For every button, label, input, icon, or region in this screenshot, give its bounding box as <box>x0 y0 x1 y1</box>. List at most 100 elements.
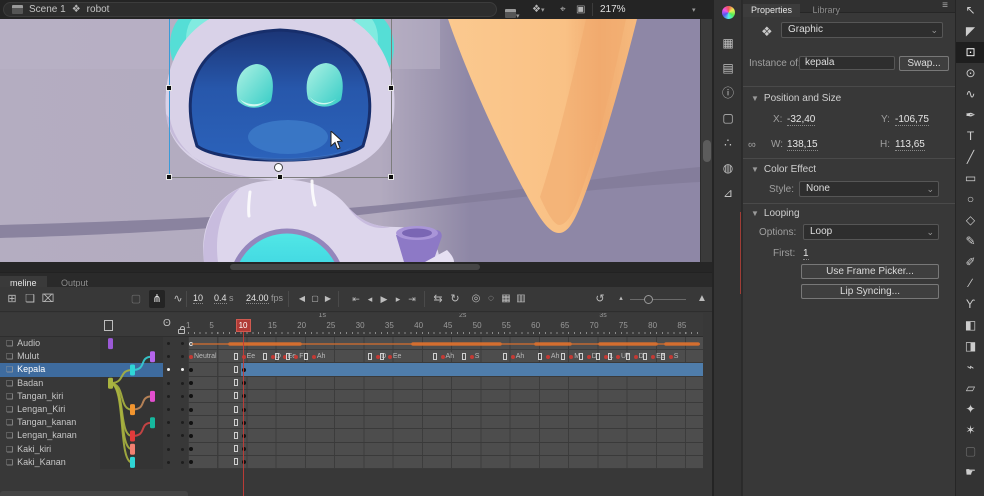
eye-column-icon[interactable]: ʘ <box>163 318 171 329</box>
line-tool[interactable]: ╱ <box>956 147 984 168</box>
layer-visibility-dot[interactable] <box>167 448 170 451</box>
tab-library[interactable]: Library <box>804 4 848 17</box>
layer-visibility-dot[interactable] <box>167 434 170 437</box>
selected-frame-span[interactable] <box>241 363 703 375</box>
use-frame-picker-button[interactable]: Use Frame Picker... <box>801 264 939 279</box>
pin-tool[interactable]: ✶ <box>956 420 984 441</box>
gradient-transform-tool[interactable]: ⊙ <box>956 63 984 84</box>
keyframe-dot[interactable] <box>189 368 193 372</box>
viseme-keyframe-dot[interactable] <box>546 355 550 359</box>
show-parenting-icon[interactable]: ⋔ <box>149 290 165 308</box>
transform-panel-icon[interactable]: ▢ <box>714 106 742 131</box>
layer-lock-dot[interactable] <box>181 342 184 345</box>
symbol-type-dropdown[interactable]: Graphic⌄ <box>781 22 943 38</box>
keyframe-dot[interactable] <box>189 408 193 412</box>
viseme-keyframe-dot[interactable] <box>294 355 298 359</box>
reset-timeline-zoom-icon[interactable]: ↺ <box>592 290 608 308</box>
keyframe-dot[interactable] <box>189 421 193 425</box>
motion-presets-panel-icon[interactable]: ⊿ <box>714 181 742 206</box>
zoom-out-timeline-icon[interactable]: ▴ <box>613 290 629 308</box>
layer-lock-dot[interactable] <box>181 434 184 437</box>
layer-name-audio[interactable]: ❏Audio <box>0 337 100 350</box>
viseme-keyframe-dot[interactable] <box>569 355 573 359</box>
current-frame-value[interactable]: 10 <box>193 293 203 303</box>
breadcrumb-scene[interactable]: Scene 1 <box>29 2 66 17</box>
keyframe-dot[interactable] <box>189 394 193 398</box>
rectangle-tool[interactable]: ▭ <box>956 168 984 189</box>
fluid-brush-tool[interactable]: ∕ <box>956 273 984 294</box>
layer-frames-lengan_kanan[interactable] <box>188 429 703 442</box>
layer-visibility-dot[interactable] <box>167 461 170 464</box>
viseme-keyframe-dot[interactable] <box>511 355 515 359</box>
layer-frames-audio[interactable] <box>188 337 703 350</box>
cc-libraries-panel-icon[interactable]: ◍ <box>714 156 742 181</box>
swap-button[interactable]: Swap... <box>899 56 949 71</box>
section-looping[interactable]: ▼Looping <box>751 208 800 219</box>
layer-visibility-dot[interactable] <box>167 368 170 371</box>
layer-visibility-dot[interactable] <box>167 421 170 424</box>
ink-bottle-tool[interactable]: ◨ <box>956 336 984 357</box>
timeline-ruler[interactable]: 1s2s3s15152025303540455055606570758085 <box>188 313 703 337</box>
go-last-frame-icon[interactable]: ⇥ <box>404 290 420 308</box>
center-frame-icon[interactable]: ⇆ <box>430 290 446 308</box>
transform-point[interactable] <box>274 163 283 172</box>
zoom-level[interactable]: 217% <box>600 2 626 17</box>
h-value[interactable]: 113,65 <box>895 139 925 151</box>
w-value[interactable]: 138,15 <box>787 139 818 151</box>
layer-lock-dot[interactable] <box>181 421 184 424</box>
asset-warp-tool[interactable]: ✦ <box>956 399 984 420</box>
playhead[interactable]: 10 <box>236 319 251 332</box>
style-dropdown[interactable]: None⌄ <box>799 181 939 197</box>
layer-visibility-dot[interactable] <box>167 395 170 398</box>
panel-menu-icon[interactable]: ≡ <box>942 0 948 11</box>
delete-layer-icon[interactable]: ⌧ <box>40 290 56 308</box>
loop-options-dropdown[interactable]: Loop⌄ <box>803 224 939 240</box>
onion-skin-icon[interactable]: ◎ <box>468 290 484 308</box>
layer-lock-dot[interactable] <box>181 395 184 398</box>
layer-visibility-dot[interactable] <box>167 408 170 411</box>
edit-symbols-icon[interactable]: ❖▾ <box>532 0 544 20</box>
new-folder-icon[interactable]: ❏ <box>22 290 38 308</box>
first-value[interactable]: 1 <box>803 248 809 260</box>
viseme-keyframe-dot[interactable] <box>587 355 591 359</box>
link-dimensions-icon[interactable]: ∞ <box>748 139 756 151</box>
layer-name-kaki_kanan[interactable]: ❏Kaki_Kanan <box>0 456 100 469</box>
layer-lock-dot[interactable] <box>181 355 184 358</box>
edit-multiple-frames-icon[interactable]: ▦ <box>498 290 514 308</box>
zoom-chevron-icon[interactable]: ▾ <box>692 6 696 14</box>
layer-name-lengan_kanan[interactable]: ❏Lengan_kanan <box>0 429 100 442</box>
pen-tool[interactable]: ✒ <box>956 105 984 126</box>
h-scroll-thumb[interactable] <box>230 264 480 270</box>
lasso-tool[interactable]: ∿ <box>956 84 984 105</box>
lock-column-icon[interactable] <box>178 320 185 338</box>
layer-lock-dot[interactable] <box>181 408 184 411</box>
next-marker-icon[interactable]: ▶ <box>320 290 336 308</box>
viseme-keyframe-dot[interactable] <box>669 355 673 359</box>
lip-syncing-button[interactable]: Lip Syncing... <box>801 284 939 299</box>
viseme-keyframe-dot[interactable] <box>616 355 620 359</box>
selection-handle-bottom-left[interactable] <box>166 174 172 180</box>
swatches-panel-icon[interactable]: ▦ <box>714 31 742 56</box>
layer-frames-badan[interactable] <box>188 377 703 390</box>
selection-handle-bottom-center[interactable] <box>277 174 283 180</box>
text-tool[interactable]: T <box>956 126 984 147</box>
camera-tool[interactable]: ▢ <box>956 441 984 462</box>
onion-skin-outlines-icon[interactable]: ◌ <box>483 290 499 308</box>
free-transform-tool[interactable]: ⊡ <box>956 42 984 63</box>
viseme-keyframe-dot[interactable] <box>312 355 316 359</box>
align-panel-icon[interactable]: ▤ <box>714 56 742 81</box>
layer-visibility-dot[interactable] <box>167 342 170 345</box>
v-scroll-thumb[interactable] <box>703 140 711 162</box>
selection-handle-right[interactable] <box>388 85 394 91</box>
layer-name-kaki_kiri[interactable]: ❏Kaki_kiri <box>0 443 100 456</box>
timeline-zoom-knob[interactable] <box>644 295 653 304</box>
x-value[interactable]: -32,40 <box>787 114 815 126</box>
layer-visibility-dot[interactable] <box>167 382 170 385</box>
bone-tool[interactable]: Ƴ <box>956 294 984 315</box>
layer-visibility-dot[interactable] <box>167 355 170 358</box>
viseme-keyframe-dot[interactable] <box>441 355 445 359</box>
layer-lock-dot[interactable] <box>181 382 184 385</box>
y-value[interactable]: -106,75 <box>895 114 929 126</box>
section-color-effect[interactable]: ▼Color Effect <box>751 164 816 175</box>
timeline-zoom-slider[interactable] <box>630 299 686 300</box>
